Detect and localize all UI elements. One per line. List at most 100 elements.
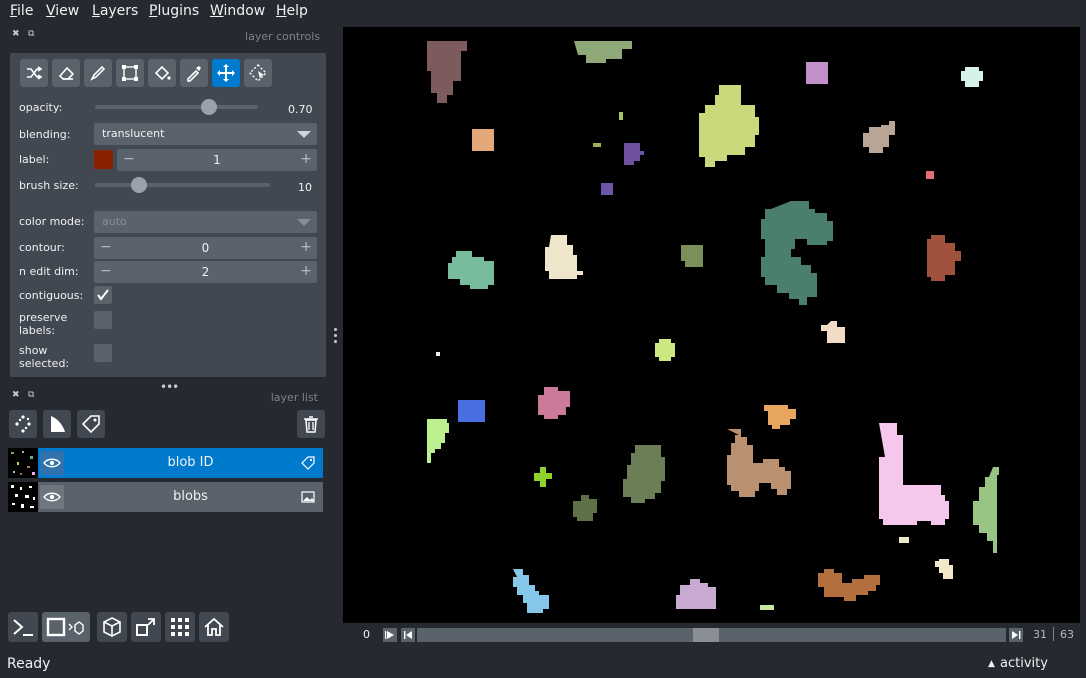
new-shapes-layer-button[interactable] bbox=[43, 410, 71, 438]
status-bar: Ready ▲ activity bbox=[0, 650, 1086, 678]
new-points-layer-button[interactable] bbox=[9, 410, 37, 438]
step-back-button[interactable] bbox=[401, 628, 415, 642]
layer-row-blob-id[interactable]: blob ID bbox=[8, 448, 323, 478]
transpose-button[interactable] bbox=[131, 612, 161, 642]
pick-button[interactable] bbox=[180, 59, 208, 87]
play-button[interactable] bbox=[383, 628, 397, 642]
dims-slider-thumb[interactable] bbox=[692, 628, 719, 642]
erase-button[interactable] bbox=[52, 59, 80, 87]
menu-window[interactable]: Window bbox=[210, 3, 265, 19]
brush-size-slider[interactable] bbox=[95, 183, 270, 187]
visibility-toggle[interactable] bbox=[40, 451, 64, 475]
grid-view-button[interactable] bbox=[165, 612, 195, 642]
dock-float-icon[interactable]: ⧉ bbox=[28, 29, 34, 39]
show-selected-checkbox[interactable] bbox=[94, 344, 112, 362]
layer-row-blobs[interactable]: blobs bbox=[8, 482, 323, 512]
n-edit-dim-spinbox[interactable]: − 2 + bbox=[94, 261, 317, 283]
pan-zoom-button[interactable] bbox=[212, 59, 240, 87]
label-blob bbox=[821, 321, 845, 343]
label-blob bbox=[623, 445, 665, 503]
contiguous-checkbox[interactable] bbox=[94, 286, 112, 304]
shuffle-colors-button[interactable] bbox=[20, 59, 48, 87]
plus-icon[interactable]: + bbox=[300, 239, 312, 255]
step-back-icon bbox=[404, 631, 412, 639]
cube-icon bbox=[103, 617, 121, 637]
label-color-swatch bbox=[94, 150, 113, 169]
eye-icon bbox=[43, 458, 61, 468]
dock-close-icon[interactable]: ✖ bbox=[12, 29, 20, 39]
shuffle-colors-icon bbox=[27, 66, 43, 80]
vertical-splitter-handle[interactable] bbox=[334, 328, 338, 344]
dock-close-icon[interactable]: ✖ bbox=[12, 390, 20, 400]
contour-spinbox[interactable]: − 0 + bbox=[94, 237, 317, 259]
preserve-labels-label-line1: preserve bbox=[19, 311, 68, 324]
color-picker-icon bbox=[187, 66, 201, 82]
blending-select[interactable]: translucent bbox=[94, 123, 317, 145]
dims-slider-bar: 0 31 63 bbox=[343, 625, 1080, 645]
layer-name[interactable]: blob ID bbox=[98, 455, 283, 470]
transpose-icon bbox=[136, 618, 155, 636]
plus-icon[interactable]: + bbox=[300, 151, 312, 167]
step-forward-button[interactable] bbox=[1009, 628, 1023, 642]
label-blob bbox=[573, 495, 597, 521]
paint-button[interactable] bbox=[84, 59, 112, 87]
layer-list-title: layer list bbox=[270, 391, 318, 404]
label-blob bbox=[806, 62, 828, 84]
layer-controls-title-bar: ✖ ⧉ layer controls bbox=[10, 29, 320, 44]
contour-value: 0 bbox=[201, 241, 210, 255]
preserve-labels-checkbox[interactable] bbox=[94, 311, 112, 329]
label-blob bbox=[458, 400, 485, 422]
console-button[interactable] bbox=[8, 612, 38, 642]
menu-view[interactable]: View bbox=[46, 3, 79, 19]
label-blob bbox=[448, 251, 494, 289]
points-icon bbox=[15, 415, 31, 433]
transform-button[interactable] bbox=[116, 59, 144, 87]
select-button[interactable] bbox=[244, 59, 272, 87]
ndisplay-button[interactable] bbox=[42, 612, 90, 642]
label-blob bbox=[899, 537, 909, 543]
menu-plugins[interactable]: Plugins bbox=[149, 3, 199, 19]
roll-dimensions-button[interactable] bbox=[97, 612, 127, 642]
menu-layers[interactable]: Layers bbox=[92, 3, 138, 19]
color-mode-select[interactable]: auto bbox=[94, 211, 317, 233]
chevron-up-icon: ▲ bbox=[988, 659, 995, 669]
dock-float-icon[interactable]: ⧉ bbox=[28, 390, 34, 400]
activity-button[interactable]: activity bbox=[1000, 656, 1048, 671]
delete-layer-button[interactable] bbox=[297, 410, 325, 438]
label-blob bbox=[935, 559, 953, 579]
viewer-canvas[interactable] bbox=[343, 27, 1080, 623]
label-blob bbox=[472, 129, 494, 151]
label-blob bbox=[927, 235, 961, 281]
eye-icon bbox=[43, 492, 61, 502]
select-icon bbox=[249, 64, 267, 82]
label-spinbox[interactable]: − 1 + bbox=[117, 149, 317, 171]
plus-icon[interactable]: + bbox=[300, 263, 312, 279]
new-labels-layer-button[interactable] bbox=[77, 410, 105, 438]
layer-bar[interactable]: blob ID bbox=[38, 448, 323, 478]
label-blob bbox=[973, 467, 999, 553]
layer-name[interactable]: blobs bbox=[98, 489, 283, 504]
label-blob bbox=[436, 352, 440, 356]
menu-file[interactable]: File bbox=[10, 3, 33, 19]
menu-bar: File View Layers Plugins Window Help bbox=[0, 0, 1086, 24]
square-2d-icon bbox=[46, 617, 84, 637]
visibility-toggle[interactable] bbox=[40, 485, 64, 509]
label-blob bbox=[513, 569, 549, 613]
opacity-slider-handle[interactable] bbox=[201, 99, 218, 115]
shapes-icon bbox=[51, 416, 65, 432]
reset-view-button[interactable] bbox=[199, 612, 229, 642]
fill-button[interactable] bbox=[148, 59, 176, 87]
grid-icon bbox=[171, 618, 189, 636]
status-text: Ready bbox=[7, 656, 51, 672]
label-blob bbox=[761, 201, 833, 305]
dims-position[interactable]: 31 bbox=[1033, 628, 1047, 641]
layer-bar[interactable]: blobs bbox=[38, 482, 323, 512]
brush-size-slider-handle[interactable] bbox=[130, 177, 147, 193]
chevron-down-icon bbox=[297, 219, 311, 226]
opacity-slider[interactable] bbox=[95, 105, 258, 109]
labels-tag-icon bbox=[301, 456, 315, 470]
label-blob bbox=[534, 467, 552, 487]
paint-brush-icon bbox=[90, 65, 106, 81]
blending-value: translucent bbox=[102, 127, 165, 140]
menu-help[interactable]: Help bbox=[276, 3, 308, 19]
